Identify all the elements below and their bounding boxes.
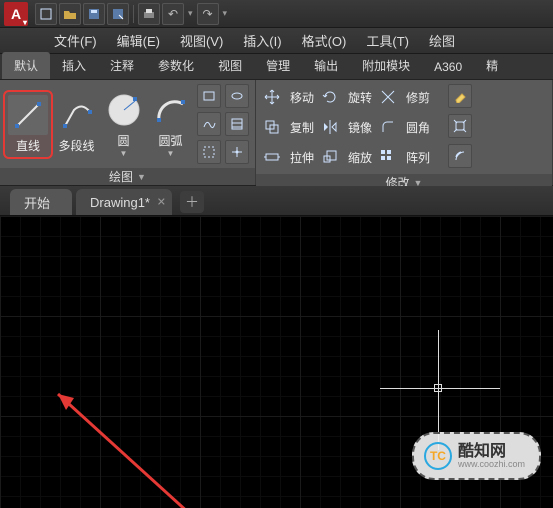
- menu-format[interactable]: 格式(O): [292, 28, 357, 53]
- chevron-down-icon: ▼: [120, 149, 128, 158]
- qat-open-icon[interactable]: [59, 3, 81, 25]
- trim-icon[interactable]: [378, 87, 398, 107]
- menu-insert[interactable]: 插入(I): [233, 28, 291, 53]
- tab-annotate[interactable]: 注释: [98, 52, 146, 79]
- panel-draw-title-label: 绘图: [109, 168, 133, 185]
- tool-offset-icon[interactable]: [448, 144, 472, 168]
- arc-icon: [151, 90, 191, 130]
- drawing-canvas[interactable]: TC 酷知网 www.coozhi.com: [0, 216, 553, 508]
- app-menu-button[interactable]: A: [4, 2, 28, 26]
- watermark-badge: TC: [424, 442, 452, 470]
- stretch-icon[interactable]: [262, 147, 282, 167]
- doc-tab-drawing1-label: Drawing1*: [90, 195, 150, 210]
- modify-grid: 移动 旋转 修剪 复制 镜像 圆角 拉伸 缩放 阵列: [262, 84, 430, 170]
- modify-extra: [448, 84, 472, 170]
- scale-label[interactable]: 缩放: [348, 149, 372, 166]
- tab-extras[interactable]: 精: [474, 52, 510, 79]
- tool-hatch-icon[interactable]: [225, 112, 249, 136]
- tool-region-icon[interactable]: [197, 140, 221, 164]
- doc-tab-start[interactable]: 开始: [10, 189, 72, 215]
- tool-ellipse-icon[interactable]: [225, 84, 249, 108]
- array-label[interactable]: 阵列: [406, 149, 430, 166]
- chevron-down-icon: ▼: [137, 172, 146, 182]
- tool-erase-icon[interactable]: [448, 84, 472, 108]
- menu-edit[interactable]: 编辑(E): [107, 28, 170, 53]
- fillet-icon[interactable]: [378, 117, 398, 137]
- tool-point-icon[interactable]: [225, 140, 249, 164]
- draw-small-tools: [197, 84, 249, 164]
- qat-redo-icon[interactable]: ↷: [197, 3, 219, 25]
- menu-tools[interactable]: 工具(T): [356, 28, 419, 53]
- array-icon[interactable]: [378, 147, 398, 167]
- qat-redo-dropdown[interactable]: ▾: [220, 8, 231, 19]
- qat-separator: [133, 5, 134, 23]
- tab-a360[interactable]: A360: [422, 55, 474, 79]
- tool-explode-icon[interactable]: [448, 114, 472, 138]
- tool-arc-label: 圆弧: [158, 132, 182, 149]
- menu-view[interactable]: 视图(V): [170, 28, 233, 53]
- doc-tab-start-label: 开始: [24, 193, 50, 212]
- tool-polyline-label: 多段线: [58, 137, 94, 154]
- panel-draw: 直线 多段线 圆 ▼ 圆弧 ▼: [0, 80, 256, 185]
- rotate-label[interactable]: 旋转: [348, 89, 372, 106]
- new-tab-button[interactable]: ＋: [180, 191, 204, 213]
- tab-addins[interactable]: 附加模块: [350, 52, 422, 79]
- tab-output[interactable]: 输出: [302, 52, 350, 79]
- close-icon[interactable]: ✕: [157, 196, 166, 209]
- ribbon: 直线 多段线 圆 ▼ 圆弧 ▼: [0, 80, 553, 186]
- copy-label[interactable]: 复制: [290, 119, 314, 136]
- tool-circle[interactable]: 圆 ▼: [103, 90, 144, 158]
- menu-file[interactable]: 文件(F): [44, 28, 107, 53]
- tab-parametric[interactable]: 参数化: [146, 52, 206, 79]
- watermark-url: www.coozhi.com: [458, 460, 525, 469]
- tool-line[interactable]: 直线: [6, 93, 50, 156]
- copy-icon[interactable]: [262, 117, 282, 137]
- scale-icon[interactable]: [320, 147, 340, 167]
- tab-insert[interactable]: 插入: [50, 52, 98, 79]
- doc-tab-drawing1[interactable]: Drawing1* ✕: [76, 189, 172, 215]
- panel-draw-title[interactable]: 绘图 ▼: [0, 168, 255, 185]
- watermark-title: 酷知网: [458, 444, 525, 460]
- tool-polyline[interactable]: 多段线: [56, 95, 97, 154]
- tool-rectangle-icon[interactable]: [197, 84, 221, 108]
- tab-view[interactable]: 视图: [206, 52, 254, 79]
- qat-print-icon[interactable]: [138, 3, 160, 25]
- move-label[interactable]: 移动: [290, 89, 314, 106]
- fillet-label[interactable]: 圆角: [406, 119, 430, 136]
- qat-undo-dropdown[interactable]: ▾: [185, 8, 196, 19]
- qat-new-icon[interactable]: [35, 3, 57, 25]
- app-root: A ↶▾ ↷▾ 文件(F) 编辑(E) 视图(V) 插入(I) 格式(O) 工具…: [0, 0, 553, 508]
- qat-saveas-icon[interactable]: [107, 3, 129, 25]
- mirror-icon[interactable]: [320, 117, 340, 137]
- tab-default[interactable]: 默认: [2, 52, 50, 79]
- tool-arc[interactable]: 圆弧 ▼: [150, 90, 191, 158]
- tool-spline-icon[interactable]: [197, 112, 221, 136]
- line-icon: [8, 95, 48, 135]
- document-tab-strip: 开始 Drawing1* ✕ ＋: [0, 186, 553, 216]
- qat-save-icon[interactable]: [83, 3, 105, 25]
- circle-icon: [104, 90, 144, 130]
- move-icon[interactable]: [262, 87, 282, 107]
- watermark: TC 酷知网 www.coozhi.com: [412, 432, 541, 480]
- title-bar: A ↶▾ ↷▾: [0, 0, 553, 28]
- chevron-down-icon: ▼: [167, 149, 175, 158]
- menu-bar: 文件(F) 编辑(E) 视图(V) 插入(I) 格式(O) 工具(T) 绘图: [0, 28, 553, 54]
- tool-line-label: 直线: [16, 137, 40, 154]
- ribbon-tab-strip: 默认 插入 注释 参数化 视图 管理 输出 附加模块 A360 精: [0, 54, 553, 80]
- trim-label[interactable]: 修剪: [406, 89, 430, 106]
- mirror-label[interactable]: 镜像: [348, 119, 372, 136]
- panel-modify: 移动 旋转 修剪 复制 镜像 圆角 拉伸 缩放 阵列: [256, 80, 553, 185]
- tool-circle-label: 圆: [117, 132, 129, 149]
- stretch-label[interactable]: 拉伸: [290, 149, 314, 166]
- tab-manage[interactable]: 管理: [254, 52, 302, 79]
- qat-undo-icon[interactable]: ↶: [162, 3, 184, 25]
- rotate-icon[interactable]: [320, 87, 340, 107]
- polyline-icon: [57, 95, 97, 135]
- menu-draw[interactable]: 绘图: [419, 28, 465, 53]
